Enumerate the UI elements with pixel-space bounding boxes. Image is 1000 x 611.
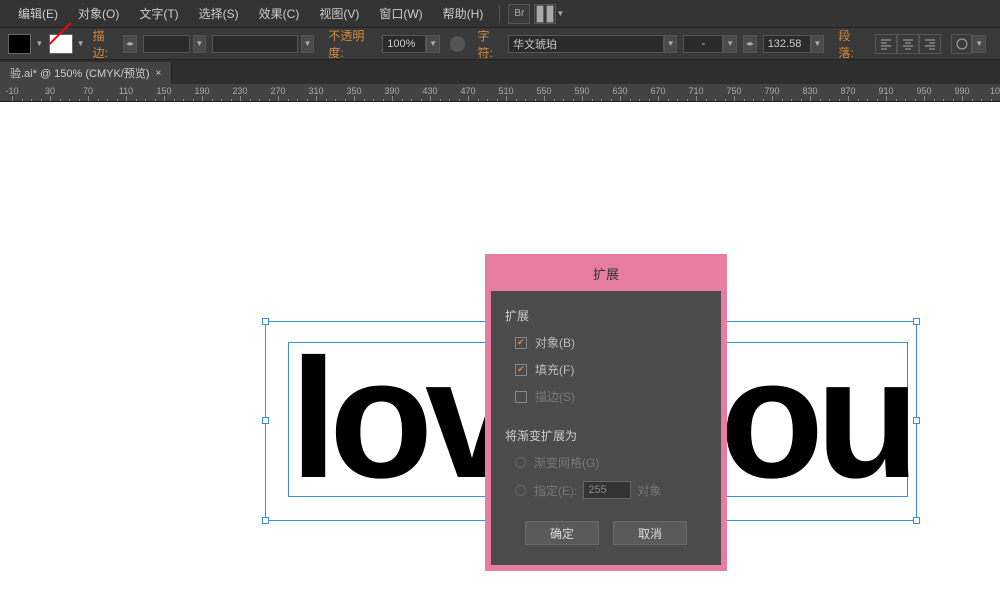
menu-edit[interactable]: 编辑(E) bbox=[8, 5, 68, 22]
dropdown-arrow-icon[interactable]: ▼ bbox=[811, 35, 825, 53]
selection-handle[interactable] bbox=[913, 318, 920, 325]
ok-button[interactable]: 确定 bbox=[525, 521, 599, 545]
stroke-weight-stepper[interactable]: ◂▸ bbox=[123, 35, 137, 53]
option-specify: 指定(E): 对象 bbox=[515, 481, 707, 499]
menu-select[interactable]: 选择(S) bbox=[189, 5, 249, 22]
expand-dialog: 扩展 扩展 ✔ 对象(B) ✔ 填充(F) 描边(S) 将渐变扩展为 渐变网格(… bbox=[485, 254, 727, 571]
recolor-icon[interactable] bbox=[450, 36, 466, 52]
option-label: 指定(E): bbox=[534, 482, 577, 499]
selection-handle[interactable] bbox=[913, 517, 920, 524]
checkbox-icon bbox=[515, 391, 527, 403]
dropdown-arrow-icon[interactable]: ▼ bbox=[426, 35, 440, 53]
dialog-section-gradient: 将渐变扩展为 bbox=[505, 427, 707, 444]
align-group bbox=[875, 34, 941, 54]
separator bbox=[499, 5, 500, 23]
dialog-section-expand: 扩展 bbox=[505, 307, 707, 324]
font-family-input[interactable] bbox=[508, 35, 664, 53]
option-stroke: 描边(S) bbox=[515, 388, 707, 405]
selection-handle[interactable] bbox=[262, 517, 269, 524]
selection-handle[interactable] bbox=[262, 318, 269, 325]
artwork-text-right: ou bbox=[720, 334, 912, 504]
transform-icon[interactable] bbox=[951, 34, 972, 54]
cancel-button[interactable]: 取消 bbox=[613, 521, 687, 545]
dropdown-arrow-icon: ▼ bbox=[35, 39, 43, 48]
options-bar: ▼ ▼ 描边: ◂▸ ▼ ▼ 不透明度: ▼ 字符: ▼ ▼ ◂▸ ▼ 段落: … bbox=[0, 28, 1000, 60]
opacity-label: 不透明度: bbox=[328, 27, 378, 61]
menu-help[interactable]: 帮助(H) bbox=[433, 5, 494, 22]
option-label: 对象(B) bbox=[535, 334, 575, 351]
radio-icon bbox=[515, 485, 526, 496]
menu-bar: 编辑(E) 对象(O) 文字(T) 选择(S) 效果(C) 视图(V) 窗口(W… bbox=[0, 0, 1000, 28]
align-left-button[interactable] bbox=[875, 34, 897, 54]
dialog-title: 扩展 bbox=[491, 260, 721, 291]
menu-effect[interactable]: 效果(C) bbox=[249, 5, 310, 22]
align-center-button[interactable] bbox=[897, 34, 919, 54]
font-size-stepper[interactable]: ◂▸ bbox=[743, 35, 757, 53]
dropdown-arrow-icon[interactable]: ▼ bbox=[972, 35, 986, 53]
close-icon[interactable]: × bbox=[156, 68, 162, 79]
specify-input bbox=[583, 481, 631, 499]
selection-handle[interactable] bbox=[262, 417, 269, 424]
dropdown-arrow-icon[interactable]: ▼ bbox=[664, 35, 678, 53]
selection-handle[interactable] bbox=[913, 417, 920, 424]
font-size-input[interactable] bbox=[763, 35, 811, 53]
document-tab-bar: 验.ai* @ 150% (CMYK/预览) × bbox=[0, 60, 1000, 84]
option-label: 填充(F) bbox=[535, 361, 574, 378]
menu-text[interactable]: 文字(T) bbox=[129, 5, 188, 22]
dropdown-arrow-icon[interactable]: ▼ bbox=[193, 35, 207, 53]
fill-swatch[interactable] bbox=[8, 34, 31, 54]
checkbox-checked-icon[interactable]: ✔ bbox=[515, 364, 527, 376]
option-gradient-mesh: 渐变网格(G) bbox=[515, 454, 707, 471]
stroke-swatch[interactable] bbox=[49, 34, 72, 54]
dropdown-arrow-icon: ▼ bbox=[556, 9, 564, 18]
dialog-buttons: 确定 取消 bbox=[505, 521, 707, 545]
menu-window[interactable]: 窗口(W) bbox=[369, 5, 432, 22]
radio-icon bbox=[515, 457, 526, 468]
document-tab[interactable]: 验.ai* @ 150% (CMYK/预览) × bbox=[0, 62, 172, 84]
align-right-button[interactable] bbox=[919, 34, 941, 54]
dialog-body: 扩展 ✔ 对象(B) ✔ 填充(F) 描边(S) 将渐变扩展为 渐变网格(G) … bbox=[491, 291, 721, 565]
stroke-label: 描边: bbox=[93, 27, 120, 61]
menu-view[interactable]: 视图(V) bbox=[309, 5, 369, 22]
document-tab-title: 验.ai* @ 150% (CMYK/预览) bbox=[10, 65, 150, 81]
specify-suffix: 对象 bbox=[637, 482, 661, 499]
checkbox-checked-icon[interactable]: ✔ bbox=[515, 337, 527, 349]
canvas[interactable]: lov ou 扩展 扩展 ✔ 对象(B) ✔ 填充(F) 描边(S) 将渐变扩展… bbox=[0, 102, 1000, 611]
stroke-weight-input[interactable] bbox=[143, 35, 190, 53]
option-object[interactable]: ✔ 对象(B) bbox=[515, 334, 707, 351]
menu-object[interactable]: 对象(O) bbox=[68, 5, 129, 22]
dropdown-arrow-icon[interactable]: ▼ bbox=[723, 35, 737, 53]
paragraph-label: 段落: bbox=[838, 27, 865, 61]
character-label: 字符: bbox=[477, 27, 504, 61]
dropdown-arrow-icon[interactable]: ▼ bbox=[301, 35, 315, 53]
dropdown-arrow-icon: ▼ bbox=[77, 39, 85, 48]
option-label: 渐变网格(G) bbox=[534, 454, 599, 471]
artwork-text-left: lov bbox=[290, 334, 512, 504]
option-label: 描边(S) bbox=[535, 388, 575, 405]
opacity-input[interactable] bbox=[382, 35, 426, 53]
stroke-profile-input[interactable] bbox=[212, 35, 298, 53]
bridge-icon[interactable]: Br bbox=[508, 4, 530, 24]
font-style-input[interactable] bbox=[683, 35, 723, 53]
arrange-icon[interactable] bbox=[534, 4, 556, 24]
horizontal-ruler: -103070110150190230270310350390430470510… bbox=[0, 84, 1000, 102]
option-fill[interactable]: ✔ 填充(F) bbox=[515, 361, 707, 378]
